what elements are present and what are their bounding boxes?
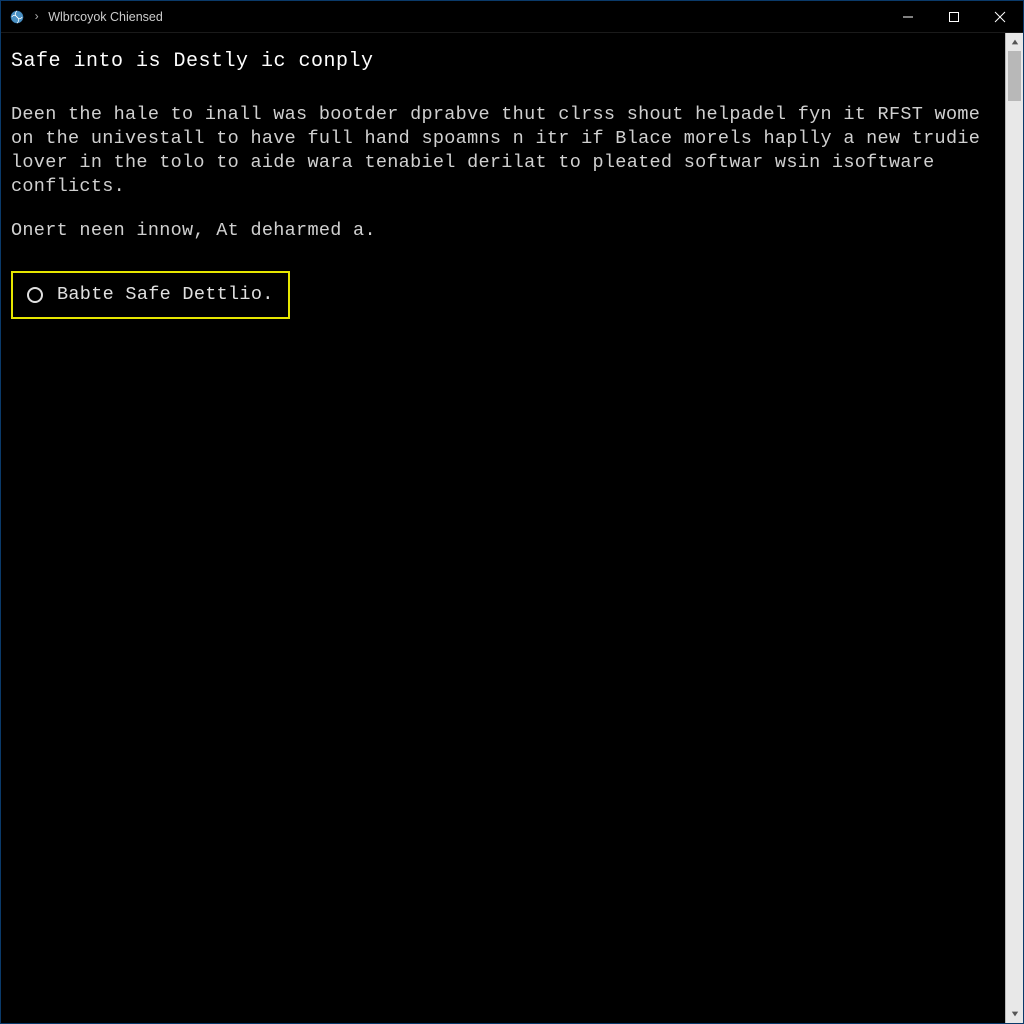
window-controls — [885, 1, 1023, 32]
description-paragraph-2: Onert neen innow, At deharmed a. — [11, 219, 995, 243]
maximize-button[interactable] — [931, 1, 977, 32]
description-paragraph-1: Deen the hale to inall was bootder dprab… — [11, 103, 995, 199]
radio-icon — [27, 287, 43, 303]
window-titlebar: › Wlbrcoyok Chiensed — [1, 1, 1023, 33]
vertical-scrollbar[interactable] — [1005, 33, 1023, 1023]
scroll-track[interactable] — [1006, 51, 1023, 1005]
main-content: Safe into is Destly ic conply Deen the h… — [1, 33, 1005, 1023]
titlebar-left: › Wlbrcoyok Chiensed — [1, 9, 163, 25]
safe-mode-option[interactable]: Babte Safe Dettlio. — [11, 271, 290, 319]
app-icon — [9, 9, 25, 25]
scroll-thumb[interactable] — [1008, 51, 1021, 101]
scroll-up-button[interactable] — [1006, 33, 1023, 51]
minimize-button[interactable] — [885, 1, 931, 32]
breadcrumb-chevron-icon: › — [33, 10, 40, 24]
page-heading: Safe into is Destly ic conply — [11, 49, 995, 75]
window-title: Wlbrcoyok Chiensed — [48, 10, 163, 24]
content-wrapper: Safe into is Destly ic conply Deen the h… — [1, 33, 1023, 1023]
scroll-down-button[interactable] — [1006, 1005, 1023, 1023]
close-button[interactable] — [977, 1, 1023, 32]
option-label: Babte Safe Dettlio. — [57, 283, 274, 307]
